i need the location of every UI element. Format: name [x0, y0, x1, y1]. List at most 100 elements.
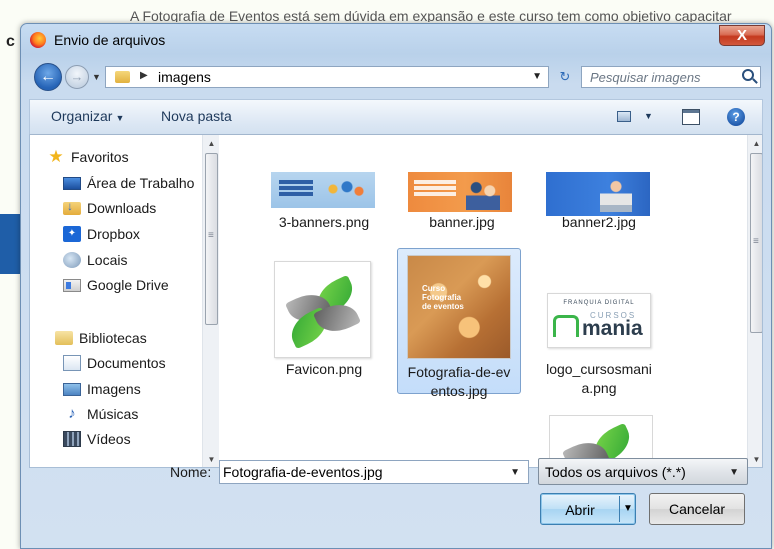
view-mode-chevron-down-icon[interactable]: ▼ [644, 111, 653, 121]
help-icon[interactable]: ? [727, 108, 745, 126]
file-name-line: entos.jpg [430, 383, 488, 399]
search-placeholder: Pesquisar imagens [590, 70, 701, 85]
forward-button[interactable]: → [65, 65, 89, 89]
nav-item-label: Google Drive [87, 277, 169, 293]
open-label: Abrir [565, 502, 595, 518]
file-name: logo_cursosmani a.png [539, 360, 659, 398]
chevron-down-icon[interactable]: ▼ [510, 467, 520, 478]
content-area: ★ Favoritos Área de Trabalho Downloads ✦ D… [29, 135, 763, 468]
breadcrumb-arrow-icon[interactable]: ▶ [140, 70, 148, 81]
thumbnail-text: Curso Fotografia de eventos [422, 284, 464, 311]
chevron-down-icon: ▼ [115, 113, 125, 123]
background-text: A Fotografia de Eventos está sem dúvida … [130, 8, 732, 22]
preview-pane-icon[interactable] [682, 109, 700, 125]
file-name-label: Nome: [170, 464, 212, 480]
file-list-scrollbar[interactable]: ▲ ▼ [747, 135, 762, 467]
libraries-icon [55, 331, 73, 345]
file-item-3-banners[interactable]: 3-banners.png [264, 160, 384, 230]
toolbar: Organizar ▼ Nova pasta ▼ ? [29, 99, 763, 135]
desktop-icon [63, 176, 81, 190]
file-item-fotografia-de-eventos[interactable]: Curso Fotografia de eventos Fotografia-d… [397, 248, 521, 399]
downloads-folder-icon [63, 199, 81, 215]
file-name-input[interactable]: Fotografia-de-eventos.jpg ▼ [219, 460, 529, 484]
file-thumbnail [274, 261, 371, 358]
nav-item-favorites[interactable]: ★ Favoritos [47, 146, 219, 168]
breadcrumb-current-folder[interactable]: imagens [158, 69, 211, 85]
places-icon [63, 252, 81, 268]
folder-icon [115, 71, 130, 83]
file-name: 3-banners.png [278, 214, 370, 230]
file-thumbnail: FRANQUIA DIGITAL CURSOS mania [547, 293, 651, 348]
dialog-title: Envio de arquivos [54, 32, 166, 48]
file-list: 3-banners.png banner.jpg banner2.jpg Fav… [220, 135, 747, 467]
file-name-line: Fotografia-de-ev [407, 364, 511, 380]
search-input[interactable]: Pesquisar imagens [581, 66, 761, 88]
file-thumbnail [271, 172, 375, 208]
chevron-down-icon: ▼ [729, 467, 739, 478]
file-name: Fotografia-de-ev entos.jpg [398, 363, 520, 401]
file-type-select[interactable]: Todos os arquivos (*.*) ▼ [538, 458, 748, 485]
cancel-button[interactable]: Cancelar [649, 493, 745, 525]
nav-item-label: Favoritos [71, 149, 129, 165]
refresh-icon[interactable]: ↻ [553, 66, 577, 88]
new-folder-button[interactable]: Nova pasta [161, 108, 232, 124]
file-upload-dialog: Envio de arquivos X ← → ▼ ▶ imagens ▼ ↻ … [20, 23, 772, 549]
scroll-down-icon[interactable]: ▼ [748, 451, 762, 467]
music-icon: ♪ [68, 405, 76, 422]
organize-button[interactable]: Organizar ▼ [51, 108, 124, 124]
address-chevron-down-icon[interactable]: ▼ [532, 71, 542, 82]
file-thumbnail [546, 172, 650, 216]
nav-item-label: Vídeos [87, 431, 131, 447]
scrollbar-thumb[interactable] [750, 153, 762, 333]
search-icon[interactable] [742, 69, 754, 81]
recent-pages-chevron-down-icon[interactable]: ▼ [92, 72, 101, 82]
file-name: banner2.jpg [562, 214, 636, 230]
star-icon: ★ [48, 147, 64, 166]
scrollbar-thumb[interactable] [205, 153, 218, 325]
open-button[interactable]: Abrir ▼ [540, 493, 636, 525]
background-blue-strip [0, 214, 22, 274]
file-name: banner.jpg [429, 214, 495, 230]
open-options-chevron-down-icon[interactable]: ▼ [623, 503, 633, 514]
file-type-value: Todos os arquivos (*.*) [545, 464, 686, 480]
file-name: Favicon.png [285, 361, 363, 377]
file-name-line: a.png [581, 380, 617, 396]
file-name-value: Fotografia-de-eventos.jpg [223, 464, 383, 480]
nav-item-label: Imagens [87, 381, 141, 397]
file-item-banner[interactable]: banner.jpg [402, 160, 522, 230]
scroll-up-icon[interactable]: ▲ [203, 135, 220, 152]
file-thumbnail [408, 172, 512, 212]
nav-item-label: Locais [87, 252, 128, 268]
logo-text: FRANQUIA DIGITAL [563, 300, 635, 306]
navigation-scrollbar[interactable]: ▲ ▼ [202, 135, 220, 467]
videos-icon [63, 431, 81, 447]
nav-item-label: Dropbox [87, 226, 140, 242]
address-bar[interactable]: ▶ imagens ▼ [105, 66, 549, 88]
nav-item-label: Área de Trabalho [87, 175, 195, 191]
split-divider [619, 496, 620, 522]
view-mode-icon[interactable] [617, 111, 631, 122]
dropbox-icon: ✦ [63, 226, 81, 242]
logo-m-mark [553, 315, 579, 337]
nav-item-label: Downloads [87, 200, 157, 216]
scroll-up-icon[interactable]: ▲ [748, 135, 762, 152]
nav-item-label: Músicas [87, 406, 139, 422]
file-item-banner2[interactable]: banner2.jpg [539, 160, 659, 230]
documents-icon [63, 355, 81, 371]
close-button[interactable]: X [719, 25, 765, 46]
file-item-logo-cursosmania[interactable]: FRANQUIA DIGITAL CURSOS mania logo_curso… [539, 250, 659, 396]
nav-item-label: Bibliotecas [79, 330, 147, 346]
file-name-line: logo_cursosmani [546, 361, 652, 377]
firefox-icon [30, 32, 46, 48]
file-item-favicon[interactable]: Favicon.png [264, 250, 384, 390]
back-button[interactable]: ← [34, 63, 62, 91]
images-icon [63, 382, 81, 396]
nav-item-label: Documentos [87, 355, 166, 371]
title-bar[interactable]: Envio de arquivos X [21, 24, 771, 54]
background-letter: c [6, 33, 15, 50]
logo-text: mania [582, 317, 643, 340]
google-drive-icon [63, 278, 81, 292]
navigation-pane: ★ Favoritos Área de Trabalho Downloads ✦ D… [30, 135, 220, 467]
organize-label: Organizar [51, 108, 113, 124]
file-thumbnail: Curso Fotografia de eventos [407, 255, 511, 359]
